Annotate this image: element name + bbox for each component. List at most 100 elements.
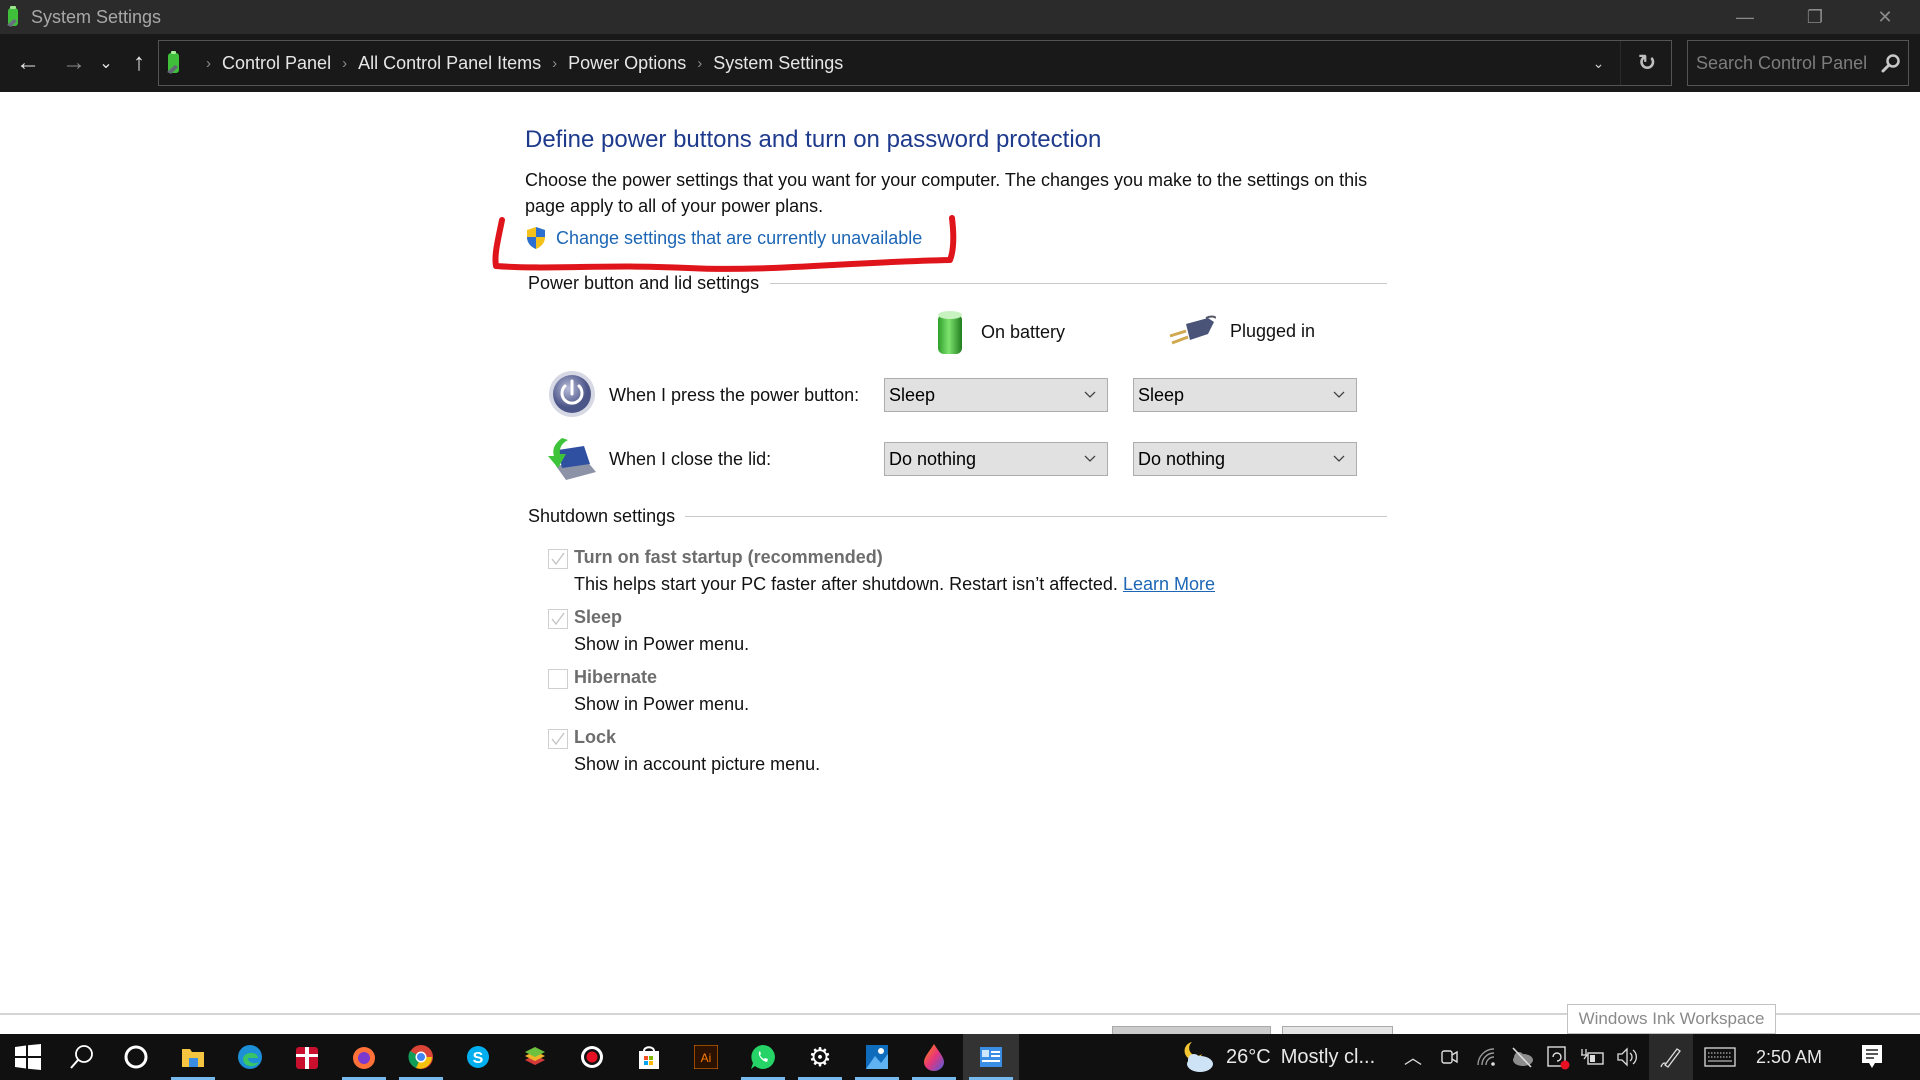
- power-section-divider: [770, 283, 1387, 284]
- close-button[interactable]: ✕: [1850, 0, 1920, 34]
- checkmark-icon: [551, 552, 565, 566]
- breadcrumb-separator[interactable]: ›: [206, 55, 211, 72]
- windows-ink-workspace-button[interactable]: [1649, 1034, 1693, 1080]
- taskbar-photos[interactable]: [849, 1034, 905, 1080]
- show-hidden-icons-button[interactable]: ︿: [1398, 1034, 1428, 1080]
- select-value: Sleep: [1138, 384, 1185, 405]
- weather-widget[interactable]: 26°C Mostly cl...: [1182, 1034, 1375, 1080]
- meet-now-button[interactable]: [1434, 1034, 1464, 1080]
- taskbar-illustrator[interactable]: Ai: [678, 1034, 734, 1080]
- battery-charging-icon: [1581, 1049, 1604, 1065]
- illustrator-icon: Ai: [694, 1045, 718, 1069]
- touch-keyboard-button[interactable]: [1698, 1034, 1742, 1080]
- breadcrumb-all-control-panel-items[interactable]: All Control Panel Items: [358, 53, 541, 74]
- breadcrumb-separator[interactable]: ›: [697, 55, 702, 72]
- taskbar-edge[interactable]: [222, 1034, 278, 1080]
- minimize-button[interactable]: —: [1710, 0, 1780, 34]
- battery-icon: [938, 311, 962, 354]
- refresh-button[interactable]: ↻: [1623, 41, 1671, 85]
- lock-checkbox[interactable]: [548, 729, 568, 749]
- tooltip: Windows Ink Workspace: [1567, 1004, 1776, 1034]
- taskbar-firefox[interactable]: [336, 1034, 392, 1080]
- close-icon: ✕: [1877, 6, 1893, 27]
- taskbar: S Ai ⚙ 26°C Mostly cl... ︿ 2:50 AM: [0, 1034, 1920, 1080]
- clock-button[interactable]: 2:50 AM: [1756, 1034, 1822, 1080]
- plugged-in-header: Plugged in: [1168, 314, 1315, 348]
- sleep-checkbox[interactable]: [548, 609, 568, 629]
- cortana-icon: [124, 1045, 148, 1069]
- search-box[interactable]: [1687, 40, 1909, 86]
- fast-startup-description-text: This helps start your PC faster after sh…: [574, 574, 1118, 594]
- checkmark-icon: [551, 732, 565, 746]
- address-bar[interactable]: › Control Panel › All Control Panel Item…: [158, 40, 1672, 86]
- onedrive-button[interactable]: [1506, 1034, 1538, 1080]
- fast-startup-checkbox[interactable]: [548, 549, 568, 569]
- meet-now-icon: [1441, 1050, 1458, 1064]
- arrow-right-icon: →: [62, 49, 86, 76]
- hibernate-checkbox[interactable]: [548, 669, 568, 689]
- breadcrumb-separator[interactable]: ›: [552, 55, 557, 72]
- taskbar-control-panel[interactable]: [963, 1034, 1019, 1080]
- whatsapp-icon: [751, 1045, 775, 1069]
- volume-button[interactable]: [1612, 1034, 1642, 1080]
- taskbar-search-button[interactable]: [54, 1034, 110, 1080]
- uac-shield-icon: [527, 227, 545, 249]
- lock-label: Lock: [574, 727, 617, 747]
- taskbar-chrome[interactable]: [393, 1034, 449, 1080]
- on-battery-header: On battery: [933, 308, 1065, 356]
- taskbar-bluestacks[interactable]: [507, 1034, 563, 1080]
- breadcrumb-system-settings[interactable]: System Settings: [713, 53, 843, 74]
- weather-partly-cloudy-night-icon: [1184, 1042, 1213, 1072]
- navigation-bar: ← → ⌄ ↑ › Control Panel › All Control Pa…: [0, 34, 1920, 92]
- sync-app-icon: [1547, 1046, 1570, 1070]
- search-icon[interactable]: [1880, 52, 1902, 74]
- power-button-row-label: When I press the power button:: [609, 385, 860, 405]
- recent-locations-button[interactable]: ⌄: [92, 46, 120, 80]
- action-center-button[interactable]: [1852, 1034, 1892, 1080]
- checkmark-icon: [551, 612, 565, 626]
- power-button-on-battery-select[interactable]: Sleep: [884, 378, 1108, 412]
- maximize-button[interactable]: ❐: [1780, 0, 1850, 34]
- lid-on-battery-select[interactable]: Do nothing: [884, 442, 1108, 476]
- title-bar: System Settings — ❐ ✕: [0, 0, 1920, 34]
- photos-icon: [866, 1045, 888, 1069]
- hibernate-label: Hibernate: [574, 667, 658, 687]
- taskbar-settings[interactable]: ⚙: [792, 1034, 848, 1080]
- taskbar-paint-3d[interactable]: [906, 1034, 962, 1080]
- start-button[interactable]: [0, 1034, 56, 1080]
- learn-more-link[interactable]: Learn More: [1123, 574, 1215, 594]
- change-settings-link-container[interactable]: Change settings that are currently unava…: [525, 226, 922, 250]
- chrome-icon: [408, 1045, 433, 1069]
- speaker-icon: [1617, 1047, 1637, 1067]
- power-status-button[interactable]: [1578, 1034, 1608, 1080]
- up-button[interactable]: ↑: [122, 46, 156, 80]
- taskbar-skype[interactable]: S: [450, 1034, 506, 1080]
- cortana-button[interactable]: [108, 1034, 164, 1080]
- taskbar-gift-app[interactable]: [279, 1034, 335, 1080]
- address-history-button[interactable]: ⌄: [1577, 41, 1621, 85]
- chevron-up-icon: ︿: [1404, 1048, 1422, 1068]
- change-settings-link[interactable]: Change settings that are currently unava…: [556, 228, 922, 249]
- network-button[interactable]: [1472, 1034, 1502, 1080]
- chevron-down-icon: [1333, 391, 1345, 398]
- forward-button[interactable]: →: [57, 46, 91, 80]
- fast-startup-description: This helps start your PC faster after sh…: [574, 574, 1215, 595]
- chevron-down-icon: ⌄: [1592, 54, 1605, 71]
- taskbar-screen-recorder[interactable]: [564, 1034, 620, 1080]
- back-button[interactable]: ←: [11, 46, 45, 80]
- lid-plugged-in-select[interactable]: Do nothing: [1133, 442, 1357, 476]
- breadcrumb-control-panel[interactable]: Control Panel: [222, 53, 331, 74]
- taskbar-file-explorer[interactable]: [165, 1034, 221, 1080]
- shutdown-section-label: Shutdown settings: [528, 506, 686, 527]
- refresh-icon: ↻: [1637, 50, 1657, 75]
- taskbar-whatsapp[interactable]: [735, 1034, 791, 1080]
- breadcrumb-power-options[interactable]: Power Options: [568, 53, 686, 74]
- breadcrumb-separator[interactable]: ›: [342, 55, 347, 72]
- arrow-up-icon: ↑: [133, 49, 145, 76]
- taskbar-microsoft-store[interactable]: [621, 1034, 677, 1080]
- power-button-plugged-in-select[interactable]: Sleep: [1133, 378, 1357, 412]
- search-input[interactable]: [1696, 50, 1876, 76]
- select-value: Sleep: [889, 384, 936, 405]
- sync-notification-button[interactable]: [1542, 1034, 1574, 1080]
- keyboard-icon: [1704, 1047, 1736, 1067]
